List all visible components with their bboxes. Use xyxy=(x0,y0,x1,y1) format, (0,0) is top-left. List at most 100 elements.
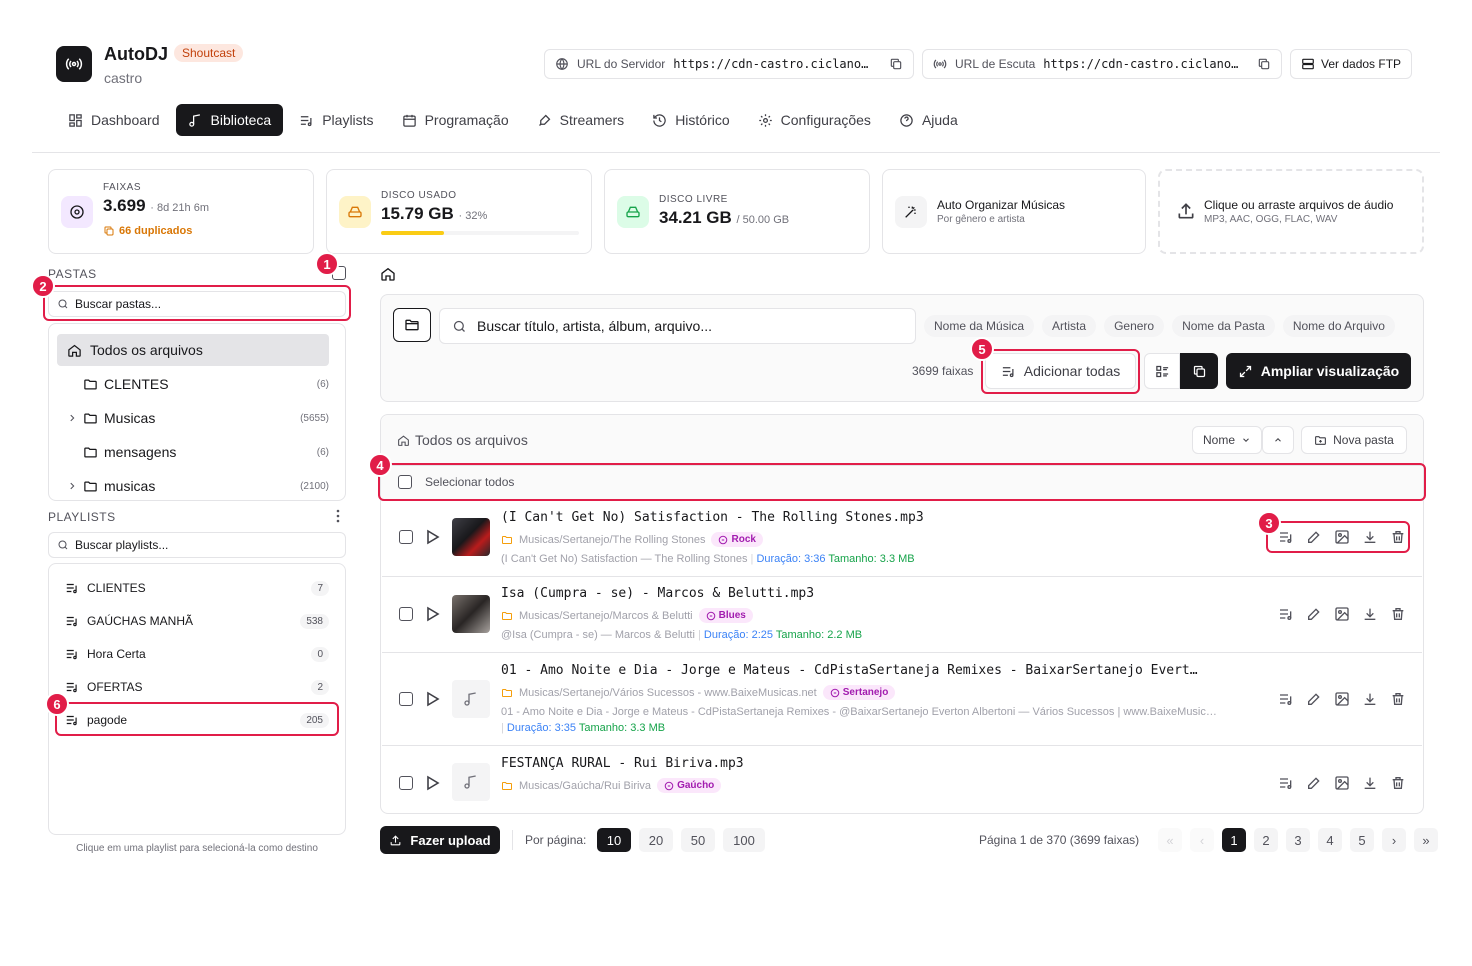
auto-organize-title: Auto Organizar Músicas xyxy=(937,198,1066,212)
folder-item[interactable]: Musicas (5655) xyxy=(57,402,329,434)
image-icon[interactable] xyxy=(1334,606,1350,622)
last-page-button[interactable]: » xyxy=(1414,828,1438,852)
nav-biblioteca[interactable]: Biblioteca xyxy=(175,104,284,136)
account-name: castro xyxy=(104,70,143,86)
folder-icon xyxy=(83,445,98,460)
page-2[interactable]: 2 xyxy=(1254,828,1278,852)
filter-chip-folder[interactable]: Nome da Pasta xyxy=(1172,315,1275,337)
upload-dropzone[interactable]: Clique ou arraste arquivos de áudio MP3,… xyxy=(1158,169,1424,254)
genre-badge: Sertanejo xyxy=(822,685,896,700)
download-icon[interactable] xyxy=(1362,606,1378,622)
disk-used-value: 15.79 GB · 32% xyxy=(381,204,488,223)
play-icon[interactable] xyxy=(426,691,440,707)
sort-direction-button[interactable] xyxy=(1262,426,1294,454)
chevron-right-icon[interactable] xyxy=(67,481,77,491)
next-page-button[interactable]: › xyxy=(1382,828,1406,852)
play-icon[interactable] xyxy=(426,775,440,791)
new-folder-button[interactable]: Nova pasta xyxy=(1301,426,1407,454)
server-url-label: URL do Servidor xyxy=(577,57,666,71)
add-to-playlist-icon[interactable] xyxy=(1278,606,1294,622)
genre-badge: Rock xyxy=(711,532,763,547)
folder-item[interactable]: CLENTES (6) xyxy=(57,368,329,400)
page-4[interactable]: 4 xyxy=(1318,828,1342,852)
disk-free-card: DISCO LIVRE 34.21 GB / 50.00 GB xyxy=(604,169,870,254)
nav-ajuda[interactable]: Ajuda xyxy=(887,104,970,136)
image-icon[interactable] xyxy=(1334,775,1350,791)
home-icon[interactable] xyxy=(380,266,396,282)
grouped-view-button[interactable] xyxy=(1180,353,1218,389)
folder-item[interactable]: musicas (2100) xyxy=(57,470,329,500)
trash-icon[interactable] xyxy=(1390,606,1406,622)
playlist-list: CLIENTES 7 GAÚCHAS MANHÃ 538 Hora Certa … xyxy=(48,563,346,835)
sort-select[interactable]: Nome xyxy=(1192,426,1262,454)
row-checkbox[interactable] xyxy=(399,692,413,706)
copy-listen-url-icon[interactable] xyxy=(1257,57,1271,71)
table-row[interactable]: FESTANÇA RURAL - Rui Biriva.mp3 Musicas/… xyxy=(382,746,1422,812)
table-row[interactable]: 01 - Amo Noite e Dia - Jorge e Mateus - … xyxy=(382,653,1422,746)
chevron-right-icon[interactable] xyxy=(67,413,77,423)
page-3[interactable]: 3 xyxy=(1286,828,1310,852)
folder-item[interactable]: mensagens (6) xyxy=(57,436,329,468)
trash-icon[interactable] xyxy=(1390,691,1406,707)
trash-icon[interactable] xyxy=(1390,775,1406,791)
per-page-20[interactable]: 20 xyxy=(639,828,673,852)
per-page-100[interactable]: 100 xyxy=(723,828,765,852)
list-breadcrumb[interactable]: Todos os arquivos xyxy=(397,432,528,448)
upload-button[interactable]: Fazer upload xyxy=(380,826,500,854)
page-1[interactable]: 1 xyxy=(1222,828,1246,852)
image-icon[interactable] xyxy=(1334,691,1350,707)
add-to-playlist-icon[interactable] xyxy=(1278,691,1294,707)
expand-view-button[interactable]: Ampliar visualização xyxy=(1226,353,1411,389)
expand-icon xyxy=(1238,364,1253,379)
highlight-playlist-pagode xyxy=(55,702,339,736)
copy-server-url-icon[interactable] xyxy=(889,57,903,71)
first-page-button[interactable]: « xyxy=(1158,828,1182,852)
edit-icon[interactable] xyxy=(1306,775,1322,791)
list-view-icon xyxy=(1155,364,1170,379)
play-icon[interactable] xyxy=(426,606,440,622)
edit-icon[interactable] xyxy=(1306,606,1322,622)
folder-icon xyxy=(83,411,98,426)
row-checkbox[interactable] xyxy=(399,776,413,790)
row-checkbox[interactable] xyxy=(399,530,413,544)
folder-plus-icon xyxy=(1314,434,1327,447)
nav-historico[interactable]: Histórico xyxy=(640,104,741,136)
track-search-input[interactable]: Buscar título, artista, álbum, arquivo..… xyxy=(439,308,916,344)
album-cover xyxy=(452,595,490,633)
table-row[interactable]: Isa (Cumpra - se) - Marcos & Belutti.mp3… xyxy=(382,577,1422,653)
edit-icon[interactable] xyxy=(1306,691,1322,707)
duplicates-link[interactable]: 66 duplicados xyxy=(103,225,192,237)
disk-used-label: DISCO USADO xyxy=(381,190,457,201)
per-page-options: 10 20 50 100 xyxy=(597,828,765,852)
download-icon[interactable] xyxy=(1362,775,1378,791)
filter-chip-song-name[interactable]: Nome da Música xyxy=(924,315,1035,337)
filter-chip-genre[interactable]: Genero xyxy=(1104,315,1165,337)
folder-browser-button[interactable] xyxy=(393,308,431,342)
playlist-item[interactable]: GAÚCHAS MANHÃ 538 xyxy=(57,607,337,635)
play-icon[interactable] xyxy=(426,529,440,545)
home-icon xyxy=(397,434,410,447)
playlist-item[interactable]: CLIENTES 7 xyxy=(57,574,337,602)
per-page-50[interactable]: 50 xyxy=(681,828,715,852)
page-5[interactable]: 5 xyxy=(1350,828,1374,852)
nav-streamers[interactable]: Streamers xyxy=(525,104,637,136)
nav-dashboard[interactable]: Dashboard xyxy=(56,104,172,136)
download-icon[interactable] xyxy=(1362,691,1378,707)
ftp-data-button[interactable]: Ver dados FTP xyxy=(1290,49,1413,79)
prev-page-button[interactable]: ‹ xyxy=(1190,828,1214,852)
add-to-playlist-icon[interactable] xyxy=(1278,775,1294,791)
nav-programacao[interactable]: Programação xyxy=(390,104,521,136)
per-page-10[interactable]: 10 xyxy=(597,828,631,852)
filter-chip-file[interactable]: Nome do Arquivo xyxy=(1282,315,1395,337)
filter-chip-artist[interactable]: Artista xyxy=(1042,315,1097,337)
playlist-item[interactable]: Hora Certa 0 xyxy=(57,640,337,668)
folder-all-files[interactable]: Todos os arquivos xyxy=(57,334,329,366)
nav-configuracoes[interactable]: Configurações xyxy=(746,104,883,136)
auto-organize-card[interactable]: Auto Organizar Músicas Por gênero e arti… xyxy=(882,169,1146,254)
list-view-button[interactable] xyxy=(1144,353,1180,389)
more-vertical-icon[interactable] xyxy=(334,509,342,523)
playlist-search-input[interactable]: Buscar playlists... xyxy=(48,532,346,558)
nav-playlists[interactable]: Playlists xyxy=(287,104,385,136)
playlist-item[interactable]: OFERTAS 2 xyxy=(57,673,337,701)
row-checkbox[interactable] xyxy=(399,607,413,621)
